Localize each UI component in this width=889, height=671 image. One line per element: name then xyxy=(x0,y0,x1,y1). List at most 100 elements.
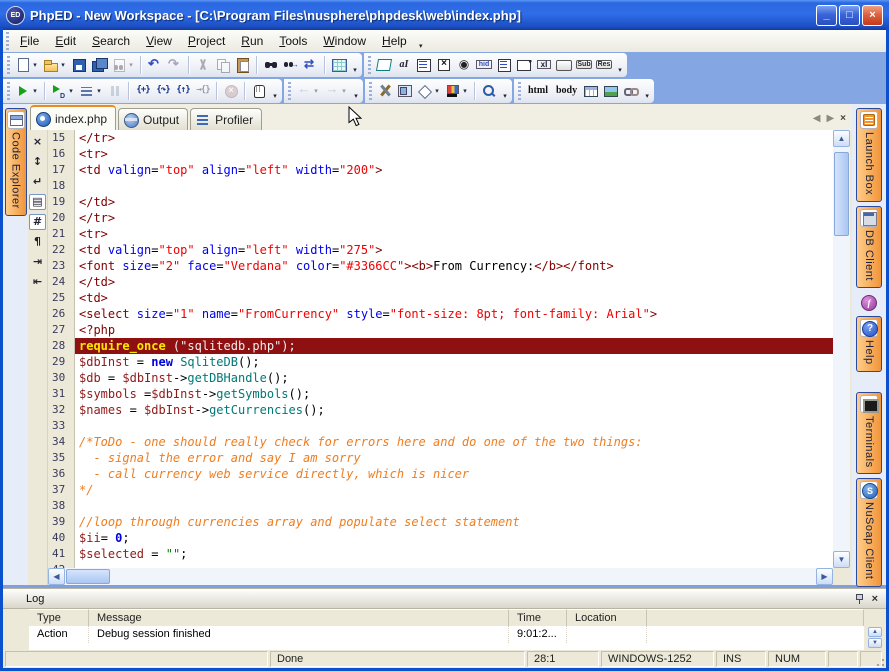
insert-label-button[interactable]: aI xyxy=(394,54,414,76)
dropdown-arrow-icon[interactable]: ▾ xyxy=(31,61,39,69)
redo-button[interactable] xyxy=(165,54,185,76)
toolbar-overflow-button[interactable]: ▾ xyxy=(269,80,281,102)
close-pane-button[interactable]: × xyxy=(29,134,46,150)
dock-tab-nusoap-client[interactable]: NuSoap Client xyxy=(856,478,882,586)
pin-icon[interactable] xyxy=(855,594,864,604)
dropdown-arrow-icon[interactable]: ▾ xyxy=(59,61,67,69)
menu-tools[interactable]: Tools xyxy=(271,32,315,50)
cut-button[interactable] xyxy=(193,54,213,76)
menu-window[interactable]: Window xyxy=(315,32,374,50)
insert-hyperlink-button[interactable] xyxy=(621,80,641,102)
save-button[interactable] xyxy=(69,54,89,76)
step-out-button[interactable]: {↑} xyxy=(173,80,193,102)
find-button[interactable] xyxy=(261,54,281,76)
insert-submit-button[interactable]: Sub xyxy=(574,54,594,76)
paste-button[interactable] xyxy=(233,54,253,76)
run-in-debugger-button[interactable]: ▾ xyxy=(49,80,77,102)
insert-button-button[interactable] xyxy=(554,54,574,76)
toolbar-overflow-button[interactable]: ▾ xyxy=(614,54,626,76)
dock-tab-db-client[interactable]: DB Client xyxy=(856,206,882,288)
log-column-location[interactable]: Location xyxy=(567,609,647,626)
dropdown-arrow-icon[interactable]: ▾ xyxy=(461,87,469,95)
zoom-button[interactable] xyxy=(479,80,499,102)
paragraph-marks-button[interactable]: ¶ xyxy=(29,234,46,250)
dropdown-arrow-icon[interactable]: ▾ xyxy=(31,87,39,95)
tab-index-php[interactable]: index.php xyxy=(30,105,116,130)
undo-button[interactable] xyxy=(145,54,165,76)
step-into-button[interactable]: {+} xyxy=(133,80,153,102)
character-map-button[interactable] xyxy=(329,54,349,76)
insert-textbox-button[interactable]: xI xyxy=(534,54,554,76)
dock-tab-code-explorer[interactable]: Code Explorer xyxy=(5,108,27,216)
dropdown-arrow-icon[interactable]: ▾ xyxy=(433,87,441,95)
new-file-button[interactable]: ▾ xyxy=(13,54,41,76)
navigate-forward-button[interactable]: ▾ xyxy=(322,80,350,102)
insert-html-tag-button[interactable]: html xyxy=(524,80,552,102)
settings-button[interactable] xyxy=(375,80,395,102)
minimize-button[interactable]: _ xyxy=(816,5,837,26)
close-button[interactable]: × xyxy=(862,5,883,26)
log-row[interactable]: ActionDebug session finished9:01:2... xyxy=(29,626,864,643)
insert-form-grid-button[interactable] xyxy=(414,54,434,76)
run-list-button[interactable]: ▾ xyxy=(77,80,105,102)
log-scroll-down-button[interactable]: ▼ xyxy=(868,638,882,648)
toolbar-overflow-button[interactable]: ▾ xyxy=(641,80,653,102)
toolbar-overflow-button[interactable]: ▾ xyxy=(349,54,361,76)
insert-reset-button[interactable]: Res xyxy=(594,54,614,76)
menu-file[interactable]: File xyxy=(12,32,47,50)
tab-profiler[interactable]: Profiler xyxy=(190,108,262,130)
horizontal-scrollbar[interactable]: ◀ ▶ xyxy=(48,568,833,585)
preview-in-browser-button[interactable] xyxy=(395,80,415,102)
code-folding-button[interactable]: ▤ xyxy=(29,194,46,210)
menu-edit[interactable]: Edit xyxy=(47,32,84,50)
dock-tab-launch-box[interactable]: Launch Box xyxy=(856,108,882,202)
horizontal-scroll-thumb[interactable] xyxy=(66,569,110,584)
word-wrap-button[interactable]: ↵ xyxy=(29,174,46,190)
find-next-button[interactable] xyxy=(281,54,301,76)
run-to-cursor-button[interactable]: →{} xyxy=(193,80,213,102)
insert-image-button[interactable] xyxy=(601,80,621,102)
find-in-files-button[interactable]: ▾ xyxy=(109,54,137,76)
menu-help[interactable]: Help xyxy=(374,32,415,50)
scroll-up-button[interactable]: ▲ xyxy=(833,130,850,147)
dropdown-arrow-icon[interactable]: ▾ xyxy=(340,87,348,95)
dropdown-arrow-icon[interactable]: ▾ xyxy=(127,61,135,69)
outdent-guides-button[interactable]: ⇤ xyxy=(29,274,46,290)
resize-grip[interactable] xyxy=(875,657,885,667)
menu-search[interactable]: Search xyxy=(84,32,138,50)
log-column-message[interactable]: Message xyxy=(89,609,509,626)
vertical-scrollbar[interactable]: ▲ ▼ xyxy=(833,130,850,568)
insert-radio-button[interactable] xyxy=(454,54,474,76)
dropdown-arrow-icon[interactable]: ▾ xyxy=(67,87,75,95)
deploy-button[interactable]: ▾ xyxy=(415,80,443,102)
scroll-right-button[interactable]: ▶ xyxy=(816,568,833,585)
line-numbers-button[interactable]: # xyxy=(29,214,46,230)
dropdown-arrow-icon[interactable]: ▾ xyxy=(312,87,320,95)
insert-table-button[interactable] xyxy=(581,80,601,102)
insert-checkbox-button[interactable] xyxy=(434,54,454,76)
insert-body-tag-button[interactable]: body xyxy=(552,80,581,102)
toolbar-overflow-button[interactable]: ▾ xyxy=(350,80,362,102)
menu-project[interactable]: Project xyxy=(180,32,233,50)
navigate-back-button[interactable]: ▾ xyxy=(294,80,322,102)
break-button[interactable] xyxy=(249,80,269,102)
pause-button[interactable] xyxy=(105,80,125,102)
insert-listbox-button[interactable] xyxy=(494,54,514,76)
scroll-tabs-left-button[interactable]: ◀ xyxy=(813,113,821,124)
indent-guides-button[interactable]: ⇥ xyxy=(29,254,46,270)
step-over-button[interactable]: {↷} xyxy=(153,80,173,102)
dropdown-arrow-icon[interactable]: ▾ xyxy=(95,87,103,95)
copy-button[interactable] xyxy=(213,54,233,76)
scroll-left-button[interactable]: ◀ xyxy=(48,568,65,585)
toolbar-overflow-button[interactable]: ▾ xyxy=(499,80,511,102)
stop-button[interactable] xyxy=(221,80,241,102)
maximize-button[interactable]: □ xyxy=(839,5,860,26)
save-all-button[interactable] xyxy=(89,54,109,76)
insert-form-button[interactable] xyxy=(374,54,394,76)
replace-button[interactable] xyxy=(301,54,321,76)
open-file-button[interactable]: ▾ xyxy=(41,54,69,76)
run-button[interactable]: ▾ xyxy=(13,80,41,102)
insert-hidden-field-button[interactable]: hid xyxy=(474,54,494,76)
scroll-tabs-right-button[interactable]: ▶ xyxy=(826,113,834,124)
log-column-time[interactable]: Time xyxy=(509,609,567,626)
